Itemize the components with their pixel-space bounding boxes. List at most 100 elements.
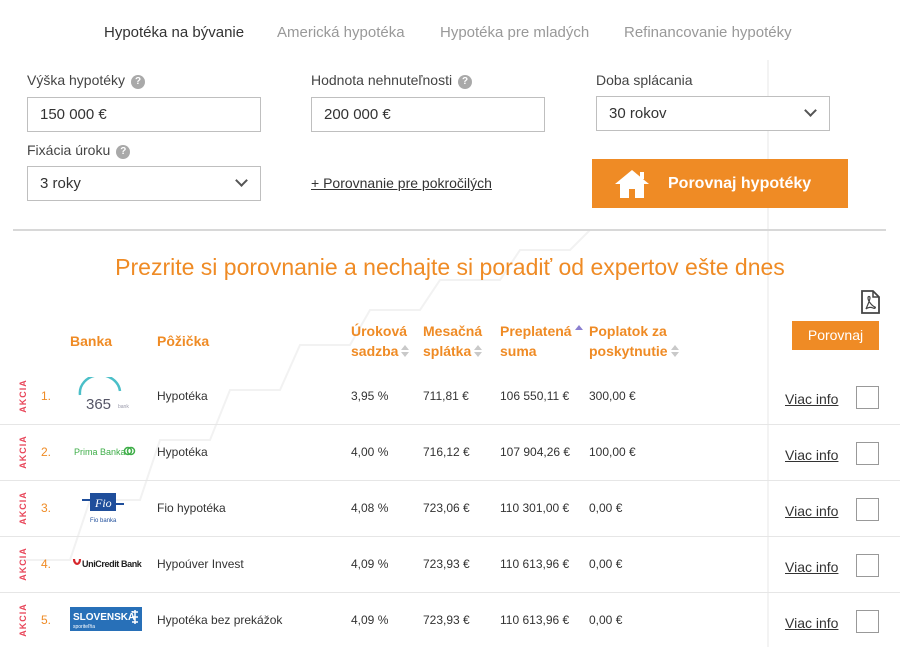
bank-logo-prima-text: Prima Banka [74, 447, 126, 457]
compare-checkbox[interactable] [856, 554, 879, 577]
fee: 0,00 € [589, 557, 623, 571]
promo-badge-text: AKCIA [18, 491, 28, 525]
house-icon [615, 169, 649, 198]
bank-logo-fio-sub: Fio banka [90, 518, 117, 524]
divider [13, 229, 886, 231]
sort-icon [670, 344, 679, 358]
bank-logo-365: 365 bank [78, 377, 129, 413]
amount-input[interactable]: 150 000 € [27, 97, 261, 132]
promo-badge: AKCIA [8, 379, 38, 413]
column-header-overpaid-line1: Preplatená [500, 321, 583, 341]
bank-logo-fio: Fio Fio banka [82, 493, 124, 524]
compare-mortgages-button[interactable]: Porovnaj hypotéky [592, 159, 848, 208]
rank: 5. [41, 613, 52, 627]
column-header-monthly-line1: Mesačná [423, 323, 483, 339]
bank-logo-365-sub: bank [118, 404, 129, 410]
table-row: AKCIA 1. 365 bank Hypotéka 3,95 % 711,81… [0, 369, 900, 425]
tab-housing-mortgage[interactable]: Hypotéka na bývanie [104, 24, 244, 41]
promo-badge-text: AKCIA [18, 547, 28, 581]
column-header-rate-line1: Úroková [351, 323, 408, 339]
pdf-icon[interactable] [859, 290, 881, 314]
term-select-value: 30 rokov [609, 105, 667, 122]
compare-selected-button[interactable]: Porovnaj [792, 321, 879, 350]
column-header-fee-line2: poskytnutie [589, 341, 679, 361]
compare-checkbox[interactable] [856, 442, 879, 465]
monthly-payment: 723,06 € [423, 501, 470, 515]
promo-badge: AKCIA [8, 491, 38, 525]
column-header-overpaid[interactable]: Preplatená suma [500, 321, 583, 361]
overpaid-amount: 107 904,26 € [500, 445, 571, 459]
term-select[interactable]: 30 rokov [596, 96, 830, 131]
amount-label: Výška hypotéky? [27, 72, 146, 89]
promo-badge: AKCIA [8, 547, 38, 581]
bank-logo-unicredit: UniCredit Bank [72, 558, 143, 569]
column-header-bank: Banka [70, 333, 113, 349]
loan-name: Hypotéka bez prekážok [157, 613, 283, 627]
compare-checkbox[interactable] [856, 610, 879, 633]
sort-icon [401, 344, 410, 358]
more-info-link[interactable]: Viac info [785, 559, 838, 575]
mortgage-type-tabs: Hypotéka na bývanie Americká hypotéka Hy… [0, 24, 917, 46]
promo-badge-text: AKCIA [18, 379, 28, 413]
fixation-select[interactable]: 3 roky [27, 166, 261, 201]
monthly-payment: 711,81 € [423, 389, 469, 403]
sort-ascending-icon [574, 324, 583, 338]
promo-badge: AKCIA [8, 435, 38, 469]
more-info-link[interactable]: Viac info [785, 447, 838, 463]
table-row: AKCIA 3. Fio Fio banka Fio hypotéka 4,08… [0, 481, 900, 537]
tab-youth-mortgage[interactable]: Hypotéka pre mladých [440, 24, 589, 41]
help-icon[interactable]: ? [116, 145, 131, 159]
promo-badge-text: AKCIA [18, 435, 28, 469]
loan-name: Fio hypotéka [157, 501, 226, 515]
bank-logo-unicredit-text: UniCredit Bank [82, 559, 143, 569]
table-row: AKCIA 5. SLOVENSKÁ sporiteľňa Hypotéka b… [0, 593, 900, 647]
fee: 0,00 € [589, 501, 623, 515]
column-header-rate-line2-text: sadzba [351, 343, 399, 359]
property-value-label-text: Hodnota nehnuteľnosti [311, 72, 453, 88]
chevron-down-icon [804, 104, 817, 117]
column-header-fee[interactable]: Poplatok za poskytnutie [589, 321, 679, 361]
column-header-rate[interactable]: Úroková sadzba [351, 321, 410, 361]
compare-checkbox[interactable] [856, 386, 879, 409]
term-label: Doba splácania [596, 72, 693, 88]
monthly-payment: 716,12 € [423, 445, 470, 459]
monthly-payment: 723,93 € [423, 557, 470, 571]
bank-logo-prima-banka: Prima Banka [74, 446, 136, 457]
interest-rate: 4,09 % [351, 557, 389, 571]
tab-refinancing[interactable]: Refinancovanie hypotéky [624, 24, 792, 41]
help-icon[interactable]: ? [458, 75, 473, 89]
more-info-link[interactable]: Viac info [785, 615, 838, 631]
column-header-monthly[interactable]: Mesačná splátka [423, 321, 483, 361]
rank: 4. [41, 557, 52, 571]
fixation-label: Fixácia úroku? [27, 142, 131, 159]
more-info-link[interactable]: Viac info [785, 391, 838, 407]
overpaid-amount: 110 301,00 € [500, 501, 570, 515]
loan-name: Hypotéka [157, 389, 208, 403]
column-header-overpaid-line2: suma [500, 343, 537, 359]
amount-label-text: Výška hypotéky [27, 72, 126, 88]
bank-logo-365-text: 365 [86, 396, 111, 413]
fee: 100,00 € [589, 445, 636, 459]
table-row: AKCIA 2. Prima Banka Hypotéka 4,00 % 716… [0, 425, 900, 481]
help-icon[interactable]: ? [131, 75, 146, 89]
fixation-select-value: 3 roky [40, 175, 81, 192]
more-info-link[interactable]: Viac info [785, 503, 838, 519]
rank: 2. [41, 445, 52, 459]
promo-badge: AKCIA [8, 603, 38, 637]
section-headline: Prezrite si porovnanie a nechajte si por… [115, 254, 785, 280]
compare-checkbox[interactable] [856, 498, 879, 521]
property-value-input[interactable]: 200 000 € [311, 97, 545, 132]
rank: 1. [41, 389, 52, 403]
column-header-monthly-line2: splátka [423, 341, 483, 361]
loan-name: Hypotéka [157, 445, 208, 459]
interest-rate: 4,00 % [351, 445, 389, 459]
column-header-rate-line2: sadzba [351, 341, 410, 361]
monthly-payment: 723,93 € [423, 613, 470, 627]
overpaid-amount: 110 613,96 € [500, 613, 570, 627]
advanced-comparison-link[interactable]: + Porovnanie pre pokročilých [311, 175, 492, 191]
overpaid-amount: 106 550,11 € [500, 389, 570, 403]
column-header-overpaid-line1-text: Preplatená [500, 323, 572, 339]
column-header-fee-line2-text: poskytnutie [589, 343, 668, 359]
bank-logo-slsp-sub: sporiteľňa [73, 624, 95, 630]
tab-american-mortgage[interactable]: Americká hypotéka [277, 24, 405, 41]
